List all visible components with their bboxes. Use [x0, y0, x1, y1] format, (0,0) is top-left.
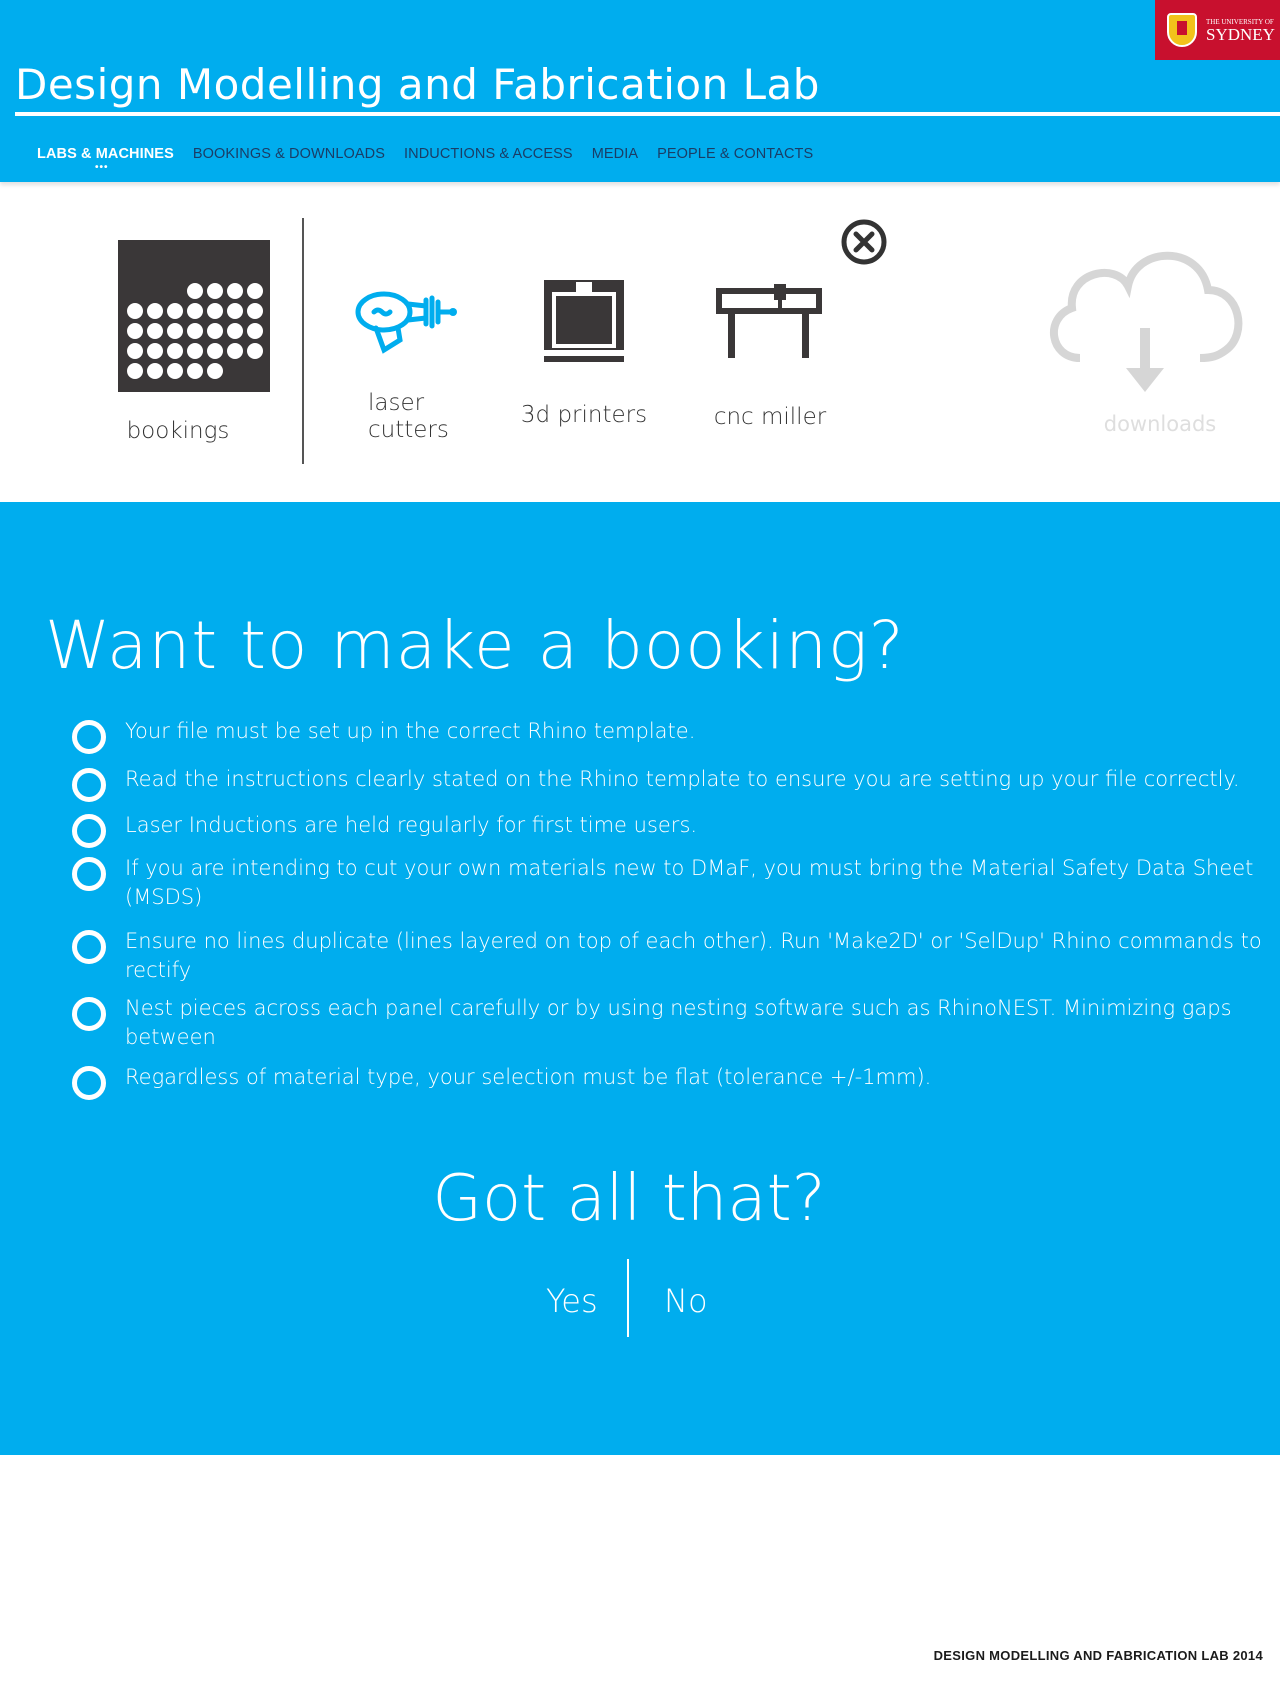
- title-divider: [15, 112, 1280, 116]
- nav-media[interactable]: MEDIA: [592, 146, 638, 166]
- bookings-tile[interactable]: [118, 240, 270, 397]
- cnc-miller-label[interactable]: cnc miller: [698, 404, 842, 431]
- laser-cutters-label[interactable]: laser cutters: [368, 390, 458, 444]
- booking-panel: Want to make a booking? Your file must b…: [0, 502, 1280, 1455]
- close-circle-icon: [841, 219, 887, 265]
- cnc-miller-tile[interactable]: [716, 284, 822, 363]
- yes-no-divider: [627, 1259, 629, 1337]
- circle-bullet-icon: [72, 930, 106, 964]
- yes-button[interactable]: Yes: [546, 1282, 598, 1320]
- laser-cutters-tile[interactable]: [354, 288, 458, 359]
- laser-label-line2: cutters: [368, 417, 449, 443]
- circle-bullet-icon: [72, 997, 106, 1031]
- laser-label-line1: laser: [368, 390, 425, 416]
- 3d-printers-label[interactable]: 3d printers: [516, 402, 652, 429]
- downloads-label: downloads: [1103, 412, 1217, 436]
- nav-people-contacts[interactable]: PEOPLE & CONTACTS: [657, 146, 813, 166]
- rule-text: Regardless of material type, your select…: [125, 1065, 932, 1089]
- laser-gun-icon: [355, 291, 457, 354]
- cloud-download-icon: [1049, 251, 1243, 392]
- bookings-label[interactable]: bookings: [118, 418, 238, 445]
- downloads-tile[interactable]: downloads: [1040, 238, 1250, 438]
- circle-bullet-icon: [72, 768, 106, 802]
- footer-text: DESIGN MODELLING AND FABRICATION LAB 201…: [933, 1648, 1263, 1663]
- confirm-question: Got all that?: [432, 1162, 826, 1236]
- rule-text: If you are intending to cut your own mat…: [125, 856, 1254, 909]
- nav-inductions-access[interactable]: INDUCTIONS & ACCESS: [404, 146, 573, 166]
- rule-text: Your file must be set up in the correct …: [125, 719, 696, 743]
- machines-divider: [302, 218, 304, 464]
- rule-text: Read the instructions clearly stated on …: [125, 767, 1240, 791]
- 3d-printers-tile[interactable]: [542, 278, 626, 369]
- 3d-printer-icon: [544, 280, 624, 362]
- circle-bullet-icon: [72, 814, 106, 848]
- circle-bullet-icon: [72, 1066, 106, 1100]
- university-logo[interactable]: THE UNIVERSITY OF SYDNEY: [1155, 0, 1280, 60]
- rule-text: Nest pieces across each panel carefully …: [125, 996, 1232, 1049]
- calendar-grid-icon: [118, 240, 270, 392]
- booking-title: Want to make a booking?: [45, 607, 905, 684]
- cnc-miller-icon: [716, 284, 822, 358]
- nav-labs-machines[interactable]: LABS & MACHINES •••: [37, 146, 174, 173]
- active-indicator: •••: [95, 162, 109, 173]
- close-button[interactable]: [840, 218, 888, 266]
- nav-label: LABS & MACHINES: [37, 146, 174, 162]
- crest-icon: [1167, 13, 1197, 47]
- circle-bullet-icon: [72, 857, 106, 891]
- rule-text: Laser Inductions are held regularly for …: [125, 813, 698, 837]
- site-header: THE UNIVERSITY OF SYDNEY Design Modellin…: [0, 0, 1280, 182]
- circle-bullet-icon: [72, 720, 106, 754]
- no-button[interactable]: No: [664, 1282, 708, 1320]
- nav-bookings-downloads[interactable]: BOOKINGS & DOWNLOADS: [193, 146, 385, 166]
- rule-text: Ensure no lines duplicate (lines layered…: [125, 929, 1262, 982]
- site-title: Design Modelling and Fabrication Lab: [15, 60, 820, 109]
- logo-big-text: SYDNEY: [1206, 25, 1275, 44]
- main-nav: LABS & MACHINES ••• BOOKINGS & DOWNLOADS…: [37, 146, 832, 173]
